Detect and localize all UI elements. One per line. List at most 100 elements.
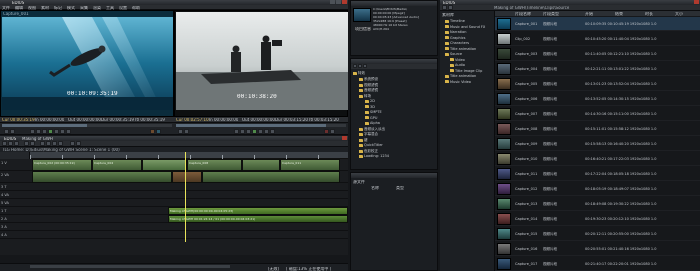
bin-folder-button[interactable]	[442, 5, 447, 10]
menu-item[interactable]: 采集	[80, 6, 88, 10]
effects-tree-item[interactable]: 视频滤镜	[359, 83, 378, 88]
timeline-clip[interactable]: Capture_011	[280, 159, 340, 171]
effects-list-button[interactable]	[358, 64, 362, 68]
rec-set-out-button[interactable]	[184, 129, 189, 134]
bin-clip-row[interactable]: Capture_012 视频片段 00:18:05:19 00:18:49:07 1…	[495, 182, 700, 196]
timeline-clip[interactable]	[32, 171, 172, 183]
effects-tree-item[interactable]: 键	[359, 138, 368, 143]
bin-column-header-cell[interactable]: 结束	[615, 12, 623, 16]
next-frame-button[interactable]	[60, 129, 65, 134]
bin-folder-item[interactable]: Music and Sound FX	[445, 25, 485, 29]
bin-folder-item[interactable]: Title Image Clip	[450, 69, 482, 73]
bin-clip-row[interactable]: Capture_013 视频片段 00:18:49:08 00:19:30:22 1…	[495, 197, 700, 211]
effects-tree-item[interactable]: QuickTitler	[359, 143, 383, 147]
bin-up-button[interactable]	[448, 5, 453, 10]
redo-button[interactable]	[30, 141, 35, 146]
bin-folder-item[interactable]: Music Video	[445, 80, 471, 84]
set-out-button[interactable]	[10, 129, 15, 134]
bin-folder-item[interactable]: Timeline	[445, 19, 465, 23]
menu-item[interactable]: 素材	[41, 6, 49, 10]
open-project-button[interactable]	[8, 141, 13, 146]
recorder-scrub-slider[interactable]	[176, 124, 346, 127]
effects-tree-item[interactable]: 音频滤镜	[359, 88, 378, 93]
effects-tree-item[interactable]: 音频淡入淡出	[359, 127, 385, 132]
menu-item[interactable]: 标记	[54, 6, 62, 10]
menu-item[interactable]: 工具	[106, 6, 114, 10]
set-in-button[interactable]	[4, 129, 9, 134]
effects-tree-root[interactable]: 特效	[353, 71, 365, 76]
menu-item[interactable]: 设置	[119, 6, 127, 10]
delete-button[interactable]	[58, 141, 63, 146]
bin-folder-item[interactable]: Narration	[445, 30, 466, 34]
window-maximize-icon[interactable]	[336, 0, 341, 4]
audio-clip[interactable]: Making of GWH(00:00:00:00-00:04:05:23)	[168, 207, 348, 215]
rec-next-frame-button[interactable]	[264, 129, 269, 134]
rec-rewind-button[interactable]	[240, 129, 245, 134]
bin-clip-row[interactable]: Capture_001 视频片段 00:10:09:35 00:10:45:19 1…	[495, 17, 700, 31]
timeline-clip[interactable]	[202, 171, 340, 183]
bin-clip-row[interactable]: Capture_009 视频片段 00:15:58:13 00:16:40:20 1…	[495, 137, 700, 151]
timeline-scrollbar[interactable]	[30, 265, 230, 268]
bin-clip-row[interactable]: Capture_015 视频片段 00:20:12:11 00:20:55:00 1…	[495, 227, 700, 241]
menu-item[interactable]: 编辑	[15, 6, 23, 10]
play-button[interactable]	[48, 129, 53, 134]
bin-column-header-cell[interactable]: 片段类型	[543, 12, 559, 16]
prev-frame-button[interactable]	[30, 129, 35, 134]
rec-set-in-button[interactable]	[178, 129, 183, 134]
menu-item[interactable]: 帮助	[132, 6, 140, 10]
menu-item[interactable]: 视图	[28, 6, 36, 10]
window-minimize-icon[interactable]	[330, 0, 335, 4]
timeline-clip[interactable]: Capture_008	[187, 159, 242, 171]
timeline-clip[interactable]: Capture_004	[92, 159, 142, 171]
undo-button[interactable]	[24, 141, 29, 146]
bin-folder-item[interactable]: Video	[450, 58, 465, 62]
overwrite-button[interactable]	[150, 129, 155, 134]
ripple-button[interactable]	[70, 141, 75, 146]
timeline-clip[interactable]: Capture_002 (00:00:35:19)	[32, 159, 92, 171]
bin-clip-row[interactable]: Capture_011 视频片段 00:17:22:04 00:18:05:18 1…	[495, 167, 700, 181]
fast-forward-button[interactable]	[54, 129, 59, 134]
menu-item[interactable]: 模式	[67, 6, 75, 10]
bin-folder-item[interactable]: Audio	[450, 63, 465, 67]
effects-tree-item[interactable]: Alpha	[365, 121, 380, 125]
bin-clip-row[interactable]: Capture_004 视频片段 00:12:21:11 00:13:01:22 1…	[495, 62, 700, 76]
snap-button[interactable]	[76, 141, 81, 146]
rec-loop-button[interactable]	[270, 129, 275, 134]
bin-column-header-cell[interactable]: 开始	[585, 12, 593, 16]
bin-clip-row[interactable]: Capture_017 视频片段 00:21:40:17 00:22:20:01 1…	[495, 257, 700, 271]
bin-folder-item[interactable]: Source	[445, 52, 462, 56]
rec-play-button[interactable]	[252, 129, 257, 134]
copy-button[interactable]	[46, 141, 51, 146]
bin-clip-row[interactable]: Capture_003 视频片段 00:11:40:05 00:12:21:10 1…	[495, 47, 700, 61]
bin-clip-row[interactable]: Clip_002 视频片段 00:10:45:20 00:11:40:04 1920…	[495, 32, 700, 46]
bin-clip-row[interactable]: Capture_006 视频片段 00:13:52:05 00:14:30:15 1…	[495, 92, 700, 106]
stop-button[interactable]	[42, 129, 47, 134]
player-scrub-slider[interactable]	[2, 124, 172, 127]
render-button[interactable]	[324, 129, 329, 134]
rewind-button[interactable]	[36, 129, 41, 134]
bin-column-header-cell[interactable]: 片段名称	[515, 12, 531, 16]
bin-folder-item[interactable]: Graphics	[445, 36, 465, 40]
effects-tree-item[interactable]: 转场	[359, 94, 371, 99]
cut-button[interactable]	[40, 141, 45, 146]
effects-tree-item[interactable]: 2D	[365, 99, 375, 103]
bin-folder-item[interactable]: Title animation	[445, 74, 476, 78]
effects-tree-item[interactable]: Loading: 1234	[359, 154, 389, 158]
timeline-clip[interactable]	[242, 159, 280, 171]
bin-folder-item[interactable]: Characters	[445, 41, 469, 45]
paste-button[interactable]	[52, 141, 57, 146]
effects-tree-item[interactable]: GPU	[365, 116, 377, 120]
effects-tree-item[interactable]: 字幕混合	[359, 132, 378, 137]
bin-column-header-cell[interactable]: 大小	[675, 12, 683, 16]
bin-clip-row[interactable]: Capture_010 视频片段 00:16:40:21 00:17:22:03 1…	[495, 152, 700, 166]
rec-fast-forward-button[interactable]	[258, 129, 263, 134]
timeline-close-icon[interactable]	[342, 136, 347, 140]
bin-column-header-cell[interactable]: 时长	[645, 12, 653, 16]
export-button[interactable]	[330, 129, 335, 134]
bin-clip-row[interactable]: Capture_005 视频片段 00:13:01:23 00:13:52:04 1…	[495, 77, 700, 91]
effects-tree-item[interactable]: SMPTE	[365, 110, 382, 114]
bin-clip-row[interactable]: Capture_016 视频片段 00:20:55:01 00:21:40:16 1…	[495, 242, 700, 256]
insert-button[interactable]	[156, 129, 161, 134]
timeline-clip[interactable]	[142, 159, 187, 171]
timeline-ruler[interactable]	[30, 152, 348, 159]
